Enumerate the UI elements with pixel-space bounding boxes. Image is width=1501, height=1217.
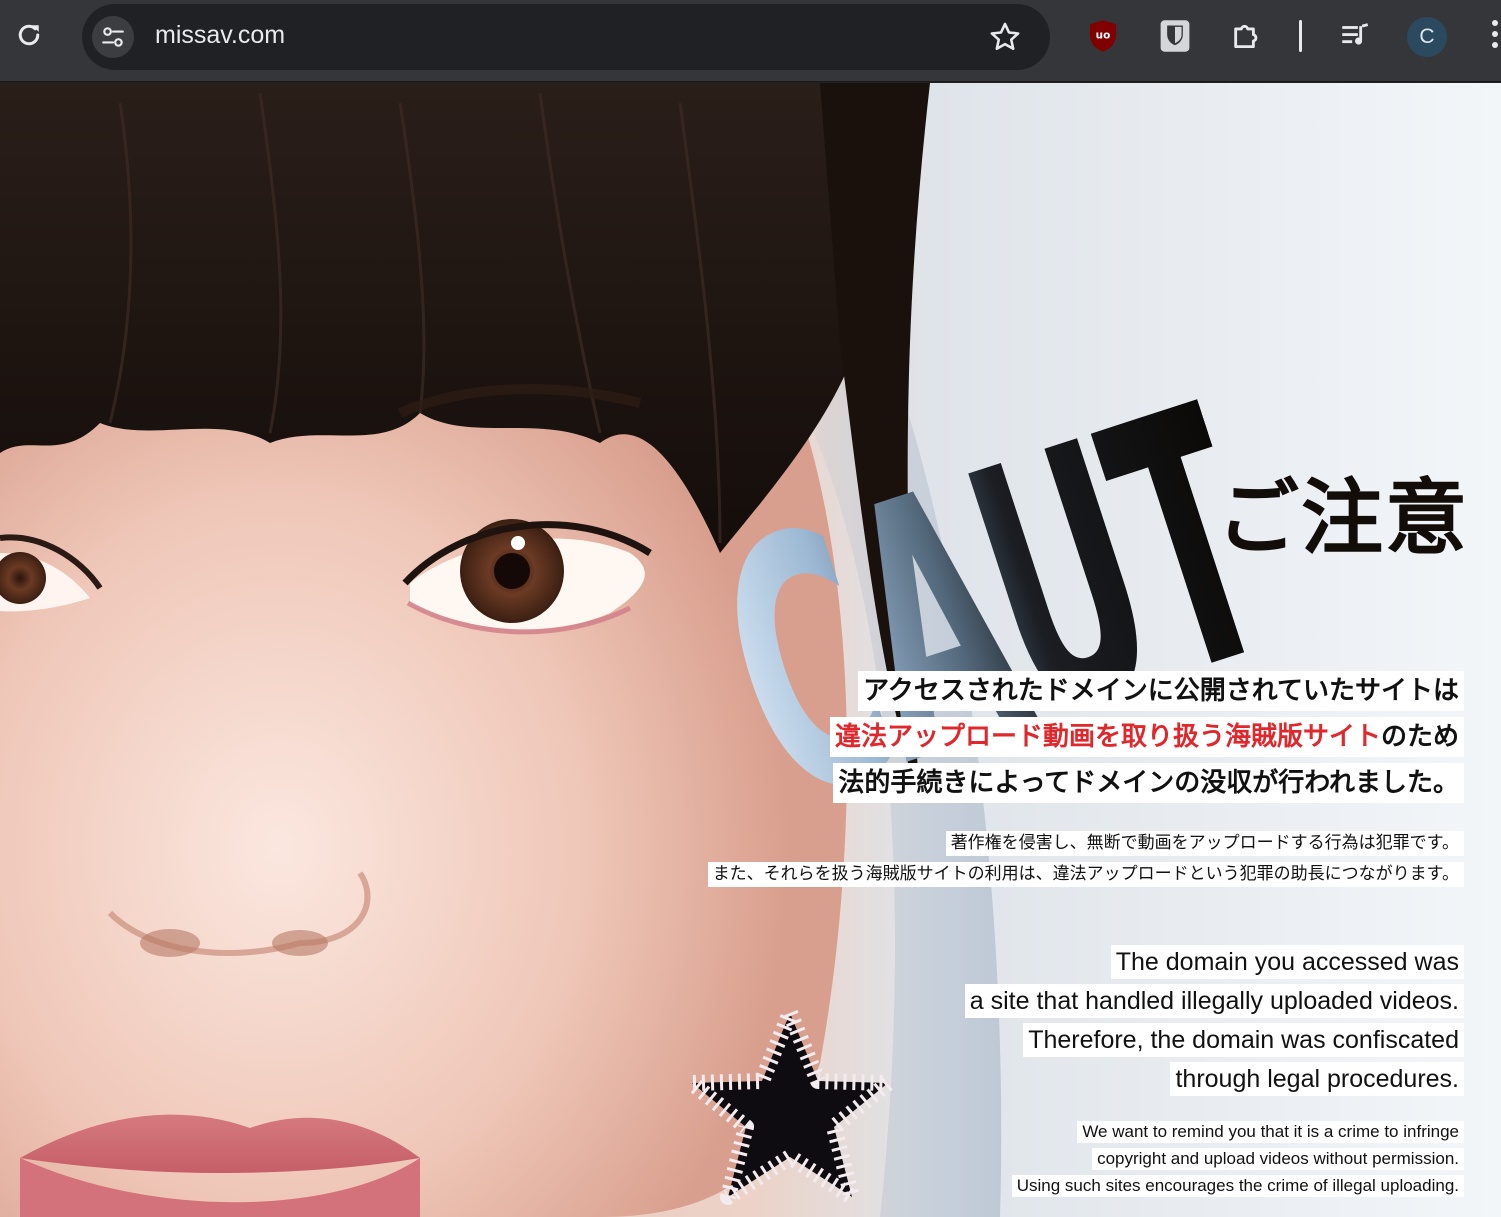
svg-text:uo: uo bbox=[1096, 30, 1111, 42]
bitwarden-shield-icon[interactable] bbox=[1158, 18, 1192, 54]
jp-main-line: アクセスされたドメインに公開されていたサイトは bbox=[858, 671, 1464, 711]
en-main-line: through legal procedures. bbox=[1170, 1062, 1464, 1096]
address-bar[interactable]: missav.com bbox=[82, 4, 1050, 70]
jp-sub-line: 著作権を侵害し、無断で動画をアップロードする行為は犯罪です。 bbox=[945, 831, 1464, 856]
profile-avatar[interactable]: C bbox=[1407, 17, 1447, 57]
jp-main-line: 法的手続きによってドメインの没収が行われました。 bbox=[833, 763, 1464, 803]
reload-icon[interactable] bbox=[12, 18, 46, 52]
kebab-menu-icon[interactable] bbox=[1490, 20, 1501, 54]
jp-main-message: アクセスされたドメインに公開されていたサイトは 違法アップロード動画を取り扱う海… bbox=[829, 671, 1464, 809]
url-text[interactable]: missav.com bbox=[155, 21, 285, 50]
ublock-origin-icon[interactable]: uo bbox=[1086, 18, 1120, 54]
media-queue-icon[interactable] bbox=[1338, 18, 1372, 54]
en-sub-message: We want to remind you that it is a crime… bbox=[1011, 1121, 1464, 1202]
en-main-line: a site that handled illegally uploaded v… bbox=[964, 984, 1464, 1018]
jp-sub-line: また、それらを扱う海賊版サイトの利用は、違法アップロードという犯罪の助長につなが… bbox=[707, 862, 1464, 887]
en-main-line: The domain you accessed was bbox=[1110, 945, 1464, 979]
jp-main-highlight: 違法アップロード動画を取り扱う海賊版サイト bbox=[834, 722, 1381, 752]
en-sub-line: We want to remind you that it is a crime… bbox=[1077, 1121, 1464, 1143]
seizure-notice-page: CAUTION! ご注意 アクセスされたドメインに公開されていたサイトは 違法ア… bbox=[0, 83, 1501, 1217]
jp-main-line: 違法アップロード動画を取り扱う海賊版サイトのため bbox=[829, 717, 1464, 757]
jp-main-line-rest: のため bbox=[1380, 722, 1459, 752]
en-main-line: Therefore, the domain was confiscated bbox=[1023, 1023, 1464, 1057]
puzzle-icon[interactable] bbox=[1230, 18, 1264, 54]
browser-toolbar: missav.com uo C bbox=[0, 0, 1501, 82]
star-icon[interactable] bbox=[988, 20, 1022, 54]
en-sub-line: copyright and upload videos without perm… bbox=[1092, 1148, 1464, 1170]
jp-sub-message: 著作権を侵害し、無断で動画をアップロードする行為は犯罪です。 また、それらを扱う… bbox=[707, 831, 1464, 893]
en-sub-line: Using such sites encourages the crime of… bbox=[1011, 1175, 1464, 1197]
en-main-message: The domain you accessed was a site that … bbox=[964, 945, 1464, 1101]
toolbar-divider bbox=[1299, 20, 1302, 52]
site-settings-icon[interactable] bbox=[92, 16, 134, 58]
caution-headline-jp: ご注意 bbox=[1216, 471, 1469, 566]
